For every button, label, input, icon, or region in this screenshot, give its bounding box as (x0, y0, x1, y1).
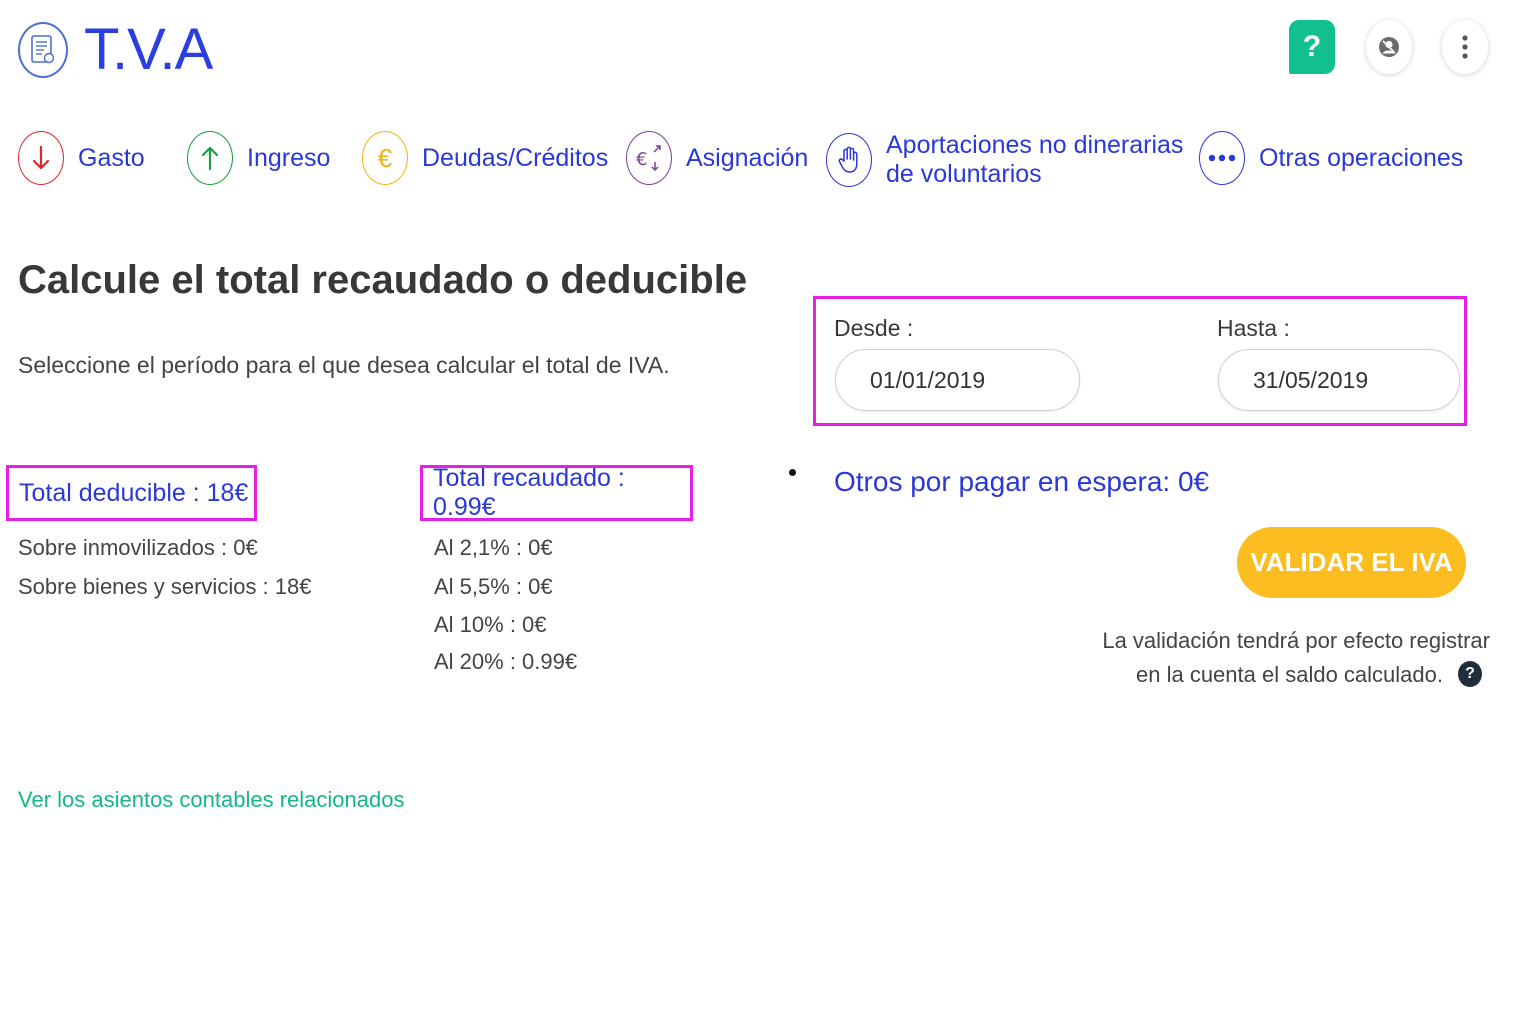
user-circle-icon (1379, 37, 1399, 57)
operation-label: Aportaciones no dinerarias de voluntario… (886, 131, 1183, 189)
operation-label: Deudas/Créditos (422, 143, 609, 172)
total-deductible: Total deducible : 18€ (6, 465, 257, 521)
pending-payables: Otros por pagar en espera: 0€ (834, 466, 1210, 497)
validation-note-line1: La validación tendrá por efecto registra… (1102, 628, 1490, 653)
help-button[interactable]: ? (1289, 20, 1335, 74)
period-selector: Desde : Hasta : (813, 296, 1467, 426)
document-receipt-icon (31, 35, 55, 64)
validation-help-icon[interactable]: ? (1458, 661, 1482, 687)
deductible-fixed-assets: Sobre inmovilizados : 0€ (18, 535, 258, 560)
from-date-label: Desde : (834, 315, 914, 341)
account-button[interactable] (1366, 20, 1412, 74)
validation-note-line2: en la cuenta el saldo calculado. (1136, 662, 1443, 687)
collected-rate-20: Al 20% : 0.99€ (434, 649, 578, 674)
to-date-label: Hasta : (1217, 315, 1290, 341)
operation-ingreso[interactable]: Ingreso (187, 131, 330, 185)
more-dots-icon (1199, 131, 1245, 185)
arrow-down-icon (18, 131, 64, 185)
validate-vat-button[interactable]: VALIDAR EL IVA (1237, 527, 1466, 598)
collected-rate-5-5: Al 5,5% : 0€ (434, 574, 553, 599)
raised-hand-icon (826, 133, 872, 187)
arrow-up-icon (187, 131, 233, 185)
total-collected: Total recaudado : 0.99€ (420, 464, 693, 521)
deductible-goods-services: Sobre bienes y servicios : 18€ (18, 574, 312, 599)
page-subtext: Seleccione el período para el que desea … (18, 352, 670, 378)
operation-label: Otras operaciones (1259, 143, 1464, 172)
more-vertical-icon (1462, 35, 1468, 59)
page-heading: Calcule el total recaudado o deducible (18, 258, 748, 302)
svg-text:€: € (636, 149, 647, 170)
operation-asignacion[interactable]: € Asignación (626, 131, 808, 185)
from-date-input[interactable] (835, 349, 1080, 411)
app-title: T.V.A (84, 17, 213, 82)
euro-icon: € (362, 131, 408, 185)
collected-rate-2-1: Al 2,1% : 0€ (434, 535, 553, 560)
to-date-input[interactable] (1218, 349, 1460, 411)
operation-gasto[interactable]: Gasto (18, 131, 145, 185)
more-options-button[interactable] (1442, 20, 1488, 74)
help-icon: ? (1302, 30, 1322, 63)
operation-deudas-creditos[interactable]: € Deudas/Créditos (362, 131, 608, 185)
operation-label: Gasto (78, 143, 145, 172)
operation-otras[interactable]: Otras operaciones (1199, 131, 1463, 185)
related-entries-link[interactable]: Ver los asientos contables relacionados (18, 787, 404, 813)
validation-note: La validación tendrá por efecto registra… (1030, 624, 1490, 692)
app-logo (18, 22, 68, 78)
collected-rate-10: Al 10% : 0€ (434, 612, 547, 637)
operation-label-line1: Aportaciones no dinerarias (886, 131, 1184, 159)
operation-aportaciones[interactable]: Aportaciones no dinerarias de voluntario… (826, 131, 1183, 189)
operation-label-line2: de voluntarios (886, 160, 1042, 188)
euro-transfer-icon: € (626, 131, 672, 185)
operation-label: Asignación (686, 143, 809, 172)
operation-label: Ingreso (247, 143, 331, 172)
bullet-dot (789, 469, 796, 476)
